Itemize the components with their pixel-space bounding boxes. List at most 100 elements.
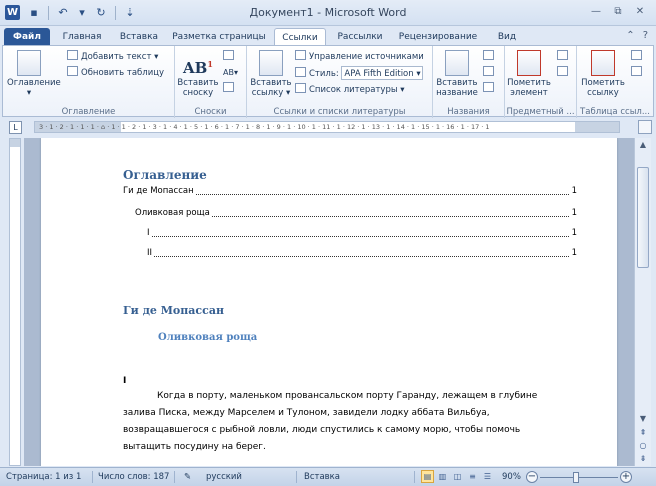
print-layout-view-icon[interactable]: ▤ [421,470,434,483]
manage-sources-button[interactable]: Управление источниками [295,50,424,64]
insert-caption-icon [445,50,469,76]
word-count[interactable]: Число слов: 187 [98,471,169,484]
style-dropdown-value: APA Fifth Edition [344,69,414,79]
cross-reference-button[interactable] [483,82,497,96]
zoom-slider-thumb[interactable] [573,472,579,483]
restore-button[interactable]: ⧉ [608,4,628,20]
style-label: Стиль: [309,69,339,79]
document-page[interactable]: Оглавление Ги де Мопассан 1 Оливковая ро… [41,138,617,466]
toc-leader-dots [147,256,569,257]
scroll-down-icon[interactable]: ▼ [637,414,649,424]
draft-view-icon[interactable]: ☰ [481,470,494,483]
tab-view[interactable]: Вид [490,28,524,46]
mark-entry-button[interactable]: Пометить элемент [507,50,551,98]
insert-mode-indicator[interactable]: Вставка [304,471,340,484]
ribbon-help-area: ⌃ ? [626,30,648,41]
toc-button-label: Оглавление [7,78,61,88]
document-area[interactable]: Оглавление Ги де Мопассан 1 Оливковая ро… [24,138,634,466]
ribbon: Оглавление ▾ Добавить текст ▾ Обновить та… [2,45,654,118]
outline-view-icon[interactable]: ≡ [466,470,479,483]
window-controls: — ⧉ ✕ [586,4,650,20]
table-of-figures-icon [483,50,494,60]
mark-citation-label-2: ссылку [587,88,619,98]
insert-endnote-button[interactable] [223,50,237,64]
next-page-icon[interactable]: ⇟ [638,454,648,464]
tab-insert[interactable]: Вставка [114,28,164,46]
zoom-out-button[interactable]: − [526,471,538,483]
spellcheck-icon[interactable]: ✎ [184,471,191,484]
group-label: Названия [447,107,490,117]
insert-caption-label: Вставить [436,78,478,88]
ruler-row: L 3 · 1 · 2 · 1 · 1 · 1 · ⌂ · 1 · 1 · 2 … [0,118,656,136]
toc-heading: Оглавление [123,168,207,182]
insert-caption-button[interactable]: Вставить название [435,50,479,98]
manage-sources-icon [295,50,306,60]
style-icon [295,67,306,77]
tab-mailings[interactable]: Рассылки [332,28,388,46]
insert-authorities-icon [631,50,642,60]
update-authorities-button[interactable] [631,66,645,80]
insert-footnote-button[interactable]: AB1 Вставить сноску [177,50,219,98]
tab-page-layout[interactable]: Разметка страницы [172,28,266,46]
scroll-thumb[interactable] [637,167,649,268]
insert-index-button[interactable] [557,50,571,64]
vertical-ruler[interactable] [9,138,21,466]
scroll-up-icon[interactable]: ▲ [637,140,649,150]
toc-button[interactable]: Оглавление ▾ [7,50,61,98]
view-ruler-icon[interactable] [638,120,652,134]
toc-entry[interactable]: Ги де Мопассан 1 [123,186,577,198]
insert-table-of-figures-button[interactable] [483,50,497,64]
heading-1: Ги де Мопассан [123,304,225,317]
horizontal-ruler[interactable]: 3 · 1 · 2 · 1 · 1 · 1 · ⌂ · 1 · 1 · 2 · … [34,121,620,133]
insert-citation-button[interactable]: Вставить ссылку ▾ [249,50,293,98]
select-browse-object-icon[interactable]: ○ [638,441,648,451]
tab-file[interactable]: Файл [4,28,50,46]
next-footnote-button[interactable]: AB▾ [223,66,238,80]
insert-footnote-label-2: сноску [182,88,214,98]
mark-citation-button[interactable]: Пометить ссылку [579,50,627,98]
toc-entry[interactable]: I 1 [147,228,577,240]
group-label: Таблица ссыл... [580,107,650,117]
page-count[interactable]: Страница: 1 из 1 [6,471,81,484]
footnote-ab-icon: AB1 [183,59,213,77]
vertical-scrollbar[interactable]: ▲ ▼ ⇞ ○ ⇟ [634,138,651,466]
style-selector: Стиль: APA Fifth Edition ▾ [295,66,424,80]
tab-review[interactable]: Рецензирование [396,28,480,46]
window-title: Документ1 - Microsoft Word [249,6,407,19]
minimize-button[interactable]: — [586,4,606,20]
language-indicator[interactable]: русский [206,471,242,484]
insert-caption-label-2: название [436,88,478,98]
update-table-button[interactable]: Обновить таблицу [67,66,164,80]
group-index: Пометить элемент Предметный ... [505,46,577,118]
dropdown-arrow-icon: ▾ [26,88,32,98]
update-figures-button[interactable] [483,66,497,80]
zoom-level[interactable]: 90% [502,471,521,484]
web-layout-view-icon[interactable]: ◫ [451,470,464,483]
previous-page-icon[interactable]: ⇞ [638,428,648,438]
status-bar: Страница: 1 из 1 Число слов: 187 ✎ русск… [0,467,656,486]
zoom-slider-track[interactable] [540,477,618,478]
close-button[interactable]: ✕ [630,4,650,20]
full-screen-reading-view-icon[interactable]: ▥ [436,470,449,483]
show-notes-button[interactable] [223,82,237,96]
insert-authorities-button[interactable] [631,50,645,64]
add-text-button[interactable]: Добавить текст ▾ [67,50,158,64]
mark-citation-label: Пометить [581,78,625,88]
zoom-in-button[interactable]: + [620,471,632,483]
style-dropdown[interactable]: APA Fifth Edition ▾ [341,66,424,80]
help-icon[interactable]: ? [643,30,648,41]
toc-entry-text: II [147,248,154,258]
bibliography-button[interactable]: Список литературы ▾ [295,83,405,97]
tab-selector[interactable]: L [9,121,22,134]
section-number: I [123,376,127,386]
tab-references[interactable]: Ссылки [274,28,326,46]
status-separator [414,471,415,483]
update-index-button[interactable] [557,66,571,80]
toc-entry-page: 1 [570,248,577,258]
collapse-ribbon-icon[interactable]: ⌃ [626,30,634,41]
status-separator [92,471,93,483]
tab-home[interactable]: Главная [58,28,106,46]
toc-entry[interactable]: Оливковая роща 1 [135,208,577,220]
bibliography-label: Список литературы ▾ [309,85,405,95]
toc-entry[interactable]: II 1 [147,248,577,260]
